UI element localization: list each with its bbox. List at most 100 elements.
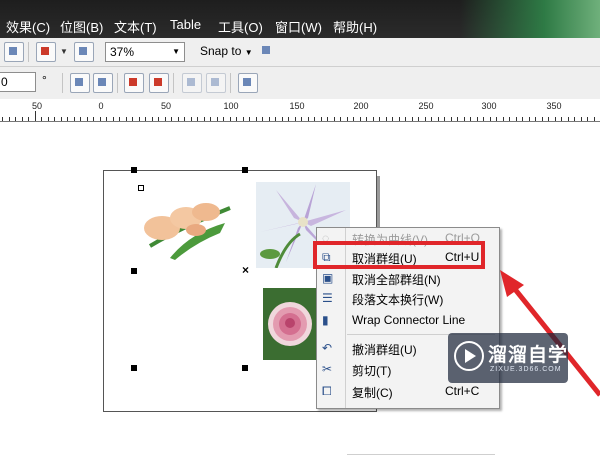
ruler-tick: [392, 117, 393, 121]
ruler-tick: [262, 117, 263, 121]
wrap-connector-icon: ▮: [322, 313, 329, 327]
snap-to-label: Snap to: [200, 44, 242, 58]
context-menu-item[interactable]: ☰ 段落文本换行(W): [317, 288, 499, 308]
ruler-tick: [477, 117, 478, 121]
ruler-tick: [340, 117, 341, 121]
context-menu-item[interactable]: ⧠ 复制(C) Ctrl+C: [317, 381, 499, 401]
ruler-tick: [555, 117, 556, 121]
ruler-label: 200: [353, 101, 369, 111]
ungroup-all-toolbar-icon[interactable]: [124, 73, 144, 93]
copy-icon: ⧠: [322, 384, 332, 398]
ruler-tick: [2, 117, 3, 121]
chevron-down-icon[interactable]: ▼: [60, 47, 68, 56]
ungroup-toolbar-icon[interactable]: [93, 73, 113, 93]
ruler-tick: [529, 117, 530, 121]
ruler-tick: [288, 117, 289, 121]
application-launcher-icon[interactable]: [74, 42, 94, 62]
ruler-tick: [61, 117, 62, 121]
menu-tools[interactable]: 工具(O): [218, 17, 263, 36]
context-menu-item[interactable]: ▮ Wrap Connector Line: [317, 310, 499, 330]
ruler-tick: [470, 117, 471, 121]
ruler-tick: [366, 117, 367, 121]
ruler-tick: [243, 117, 244, 121]
ruler-tick: [67, 117, 68, 121]
ruler-label: 250: [418, 101, 434, 111]
group-icon[interactable]: [70, 73, 90, 93]
selection-handle-bottom[interactable]: [242, 365, 248, 371]
ruler-tick: [490, 117, 491, 121]
context-menu-item[interactable]: ▣ 取消全部群组(N): [317, 268, 499, 288]
ruler-tick: [379, 117, 380, 121]
selection-handle-left[interactable]: [131, 268, 137, 274]
menu-text[interactable]: 文本(T): [114, 17, 157, 36]
ruler-tick: [509, 117, 510, 121]
ruler-tick: [464, 117, 465, 121]
combine-icon[interactable]: [149, 73, 169, 93]
toolbar-separator: [230, 73, 231, 93]
menu-window[interactable]: 窗口(W): [275, 17, 322, 36]
toolbar-separator: [62, 73, 63, 93]
watermark-title: 溜溜自学: [488, 345, 569, 366]
rotation-center-marker[interactable]: ×: [242, 263, 249, 277]
menu-table[interactable]: Table: [170, 17, 201, 32]
selection-handle-top[interactable]: [242, 167, 248, 173]
selection-handle-top-left[interactable]: [131, 167, 137, 173]
ruler-tick: [496, 117, 497, 121]
ruler-tick: [314, 117, 315, 121]
ruler-tick: [184, 117, 185, 121]
align-distribute-icon[interactable]: [238, 73, 258, 93]
ruler-tick: [126, 117, 127, 121]
ungroup-highlight-box: [313, 241, 485, 269]
ruler-tick: [548, 117, 549, 121]
ruler-tick: [327, 117, 328, 121]
tulip-image[interactable]: [140, 188, 231, 264]
chevron-down-icon: ▼: [172, 47, 180, 56]
menu-help[interactable]: 帮助(H): [333, 17, 377, 36]
snap-to-dropdown[interactable]: Snap to ▼: [200, 44, 253, 58]
toolbar-separator: [28, 42, 29, 62]
play-logo-icon: [454, 341, 484, 371]
ruler-label: 100: [223, 101, 239, 111]
standard-toolbar: ▼: [0, 38, 600, 67]
site-watermark: 溜溜自学 ZIXUE.3D66.COM: [448, 333, 568, 383]
ruler-tick: [28, 117, 29, 121]
ruler-tick: [425, 117, 426, 121]
menu-effects[interactable]: 效果(C): [6, 17, 50, 36]
ruler-label: 50: [160, 101, 172, 111]
to-back-icon[interactable]: [206, 73, 226, 93]
ruler-tick: [48, 117, 49, 121]
ungroup-all-icon: ▣: [322, 271, 334, 285]
rose-image[interactable]: [263, 288, 317, 360]
ruler-tick: [22, 117, 23, 121]
ruler-tick: [542, 117, 543, 121]
ruler-tick: [256, 117, 257, 121]
bounding-handle[interactable]: [138, 185, 144, 191]
options-icon[interactable]: [258, 42, 276, 60]
ruler-tick: [444, 117, 445, 121]
context-menu-item-label: 取消全部群组(N): [352, 273, 441, 287]
rotation-angle-input[interactable]: 0: [0, 72, 36, 92]
context-menu-shortcut: Ctrl+C: [445, 384, 480, 398]
zoom-level-select[interactable]: 37% ▼: [105, 42, 185, 62]
selection-handle-bottom-left[interactable]: [131, 365, 137, 371]
ruler-tick: [100, 117, 101, 121]
import-icon[interactable]: [4, 42, 24, 62]
ruler-tick: [483, 117, 484, 121]
ruler-tick: [418, 117, 419, 121]
horizontal-ruler[interactable]: 50 0 50 100 150 200 250 300 350: [0, 99, 600, 122]
publish-pdf-icon[interactable]: [36, 42, 56, 62]
ruler-tick: [360, 117, 361, 121]
ruler-tick: [295, 117, 296, 121]
ruler-tick: [516, 117, 517, 121]
context-menu-item-label: Wrap Connector Line: [352, 313, 466, 327]
to-front-icon[interactable]: [182, 73, 202, 93]
ruler-tick: [204, 117, 205, 121]
ruler-tick: [119, 117, 120, 121]
ruler-tick: [386, 117, 387, 121]
menu-bitmaps[interactable]: 位图(B): [60, 17, 103, 36]
ruler-tick: [74, 117, 75, 121]
ruler-tick: [41, 117, 42, 121]
ruler-tick: [581, 117, 582, 121]
ruler-tick: [152, 117, 153, 121]
ruler-tick: [230, 117, 231, 121]
